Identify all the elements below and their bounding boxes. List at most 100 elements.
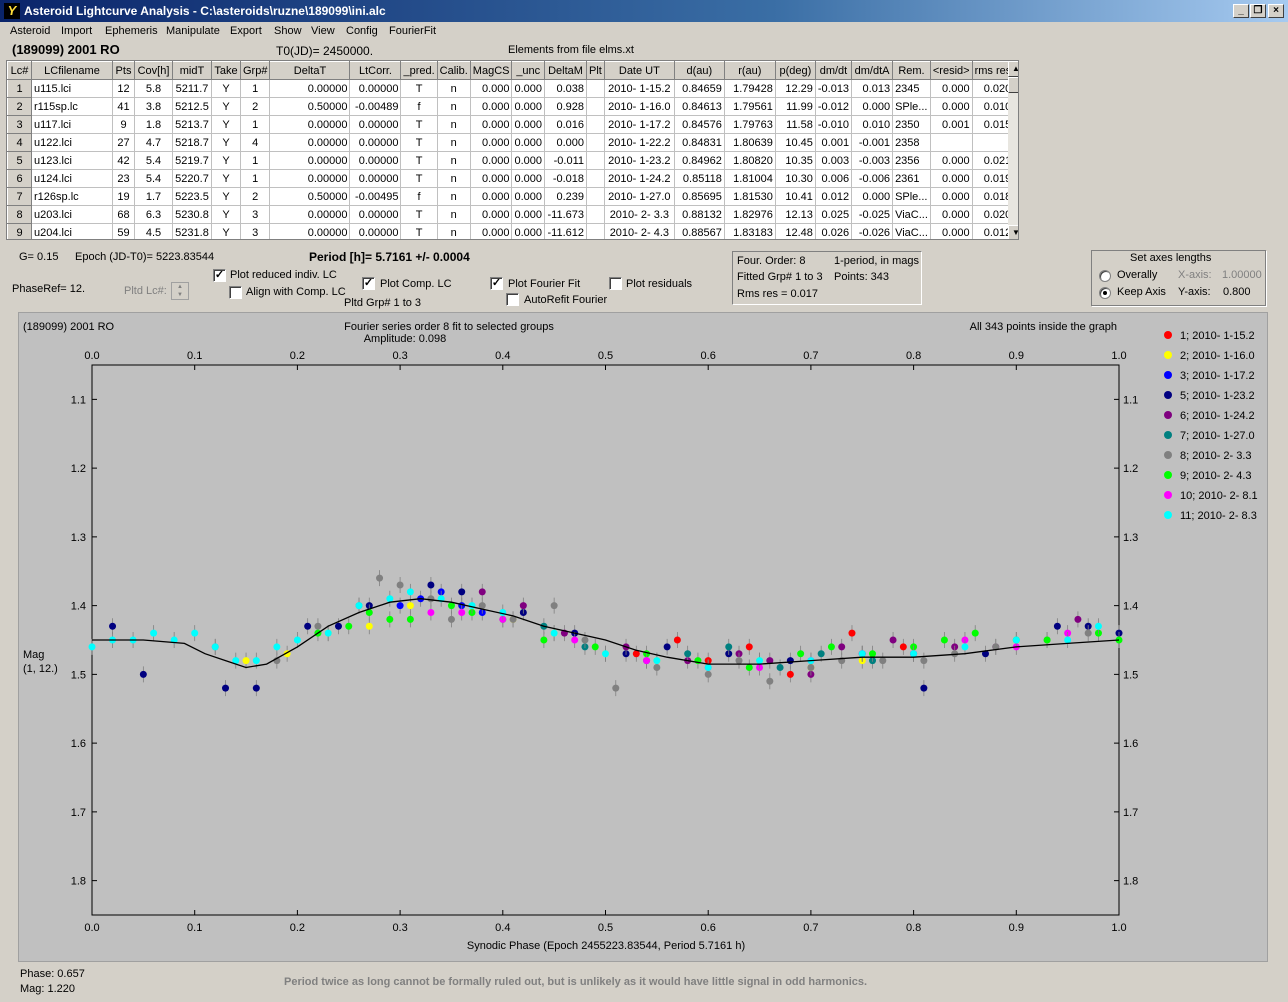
column-header[interactable]: Grp# xyxy=(239,61,271,80)
table-cell[interactable]: 2010- 1-27.0 xyxy=(604,187,675,206)
column-header[interactable]: dm/dt xyxy=(814,61,853,80)
table-cell[interactable]: r126sp.lc xyxy=(31,187,113,206)
table-cell[interactable]: 1.83183 xyxy=(724,223,776,239)
table-cell[interactable]: -0.003 xyxy=(851,151,894,170)
table-cell[interactable]: 1.79428 xyxy=(724,79,776,98)
table-cell[interactable]: 2010- 1-24.2 xyxy=(604,169,675,188)
scroll-up-icon[interactable]: ▲ xyxy=(1008,61,1018,77)
table-cell[interactable]: Y xyxy=(211,205,241,224)
table-cell[interactable]: Y xyxy=(211,151,241,170)
table-cell[interactable]: 1 xyxy=(240,169,271,188)
table-cell[interactable]: n xyxy=(437,115,471,134)
table-cell[interactable]: 9 xyxy=(112,115,135,134)
table-cell[interactable]: 0.025 xyxy=(815,205,853,224)
plot-residuals-checkbox[interactable] xyxy=(609,277,622,290)
table-cell[interactable]: 0.012 xyxy=(815,187,853,206)
table-cell[interactable]: 0.00000 xyxy=(269,151,351,170)
column-header[interactable]: _pred. xyxy=(400,61,438,80)
table-cell[interactable]: 5.4 xyxy=(134,151,173,170)
table-cell[interactable]: 1.79561 xyxy=(724,97,776,116)
table-cell[interactable]: 0.00000 xyxy=(349,205,402,224)
table-cell[interactable]: 23 xyxy=(112,169,135,188)
column-header[interactable]: DeltaT xyxy=(269,61,351,80)
table-cell[interactable]: 0.00000 xyxy=(349,79,402,98)
table-cell[interactable]: 0.50000 xyxy=(269,187,351,206)
table-cell[interactable]: -0.013 xyxy=(815,79,853,98)
table-cell[interactable]: 2356 xyxy=(892,151,931,170)
table-cell[interactable]: 0.000 xyxy=(851,97,894,116)
table-cell[interactable]: 1.80639 xyxy=(724,133,776,152)
table-cell[interactable]: 4.7 xyxy=(134,133,173,152)
column-header[interactable]: DeltaM xyxy=(544,61,588,80)
table-cell[interactable]: Y xyxy=(211,133,241,152)
table-cell[interactable]: 0.000 xyxy=(511,151,546,170)
table-cell[interactable]: 0.016 xyxy=(544,115,588,134)
table-cell[interactable]: 0.239 xyxy=(544,187,588,206)
table-cell[interactable]: 0.50000 xyxy=(269,97,351,116)
table-scrollbar[interactable]: ▲ ▼ xyxy=(1008,61,1018,239)
table-cell[interactable] xyxy=(586,169,605,188)
table-cell[interactable]: -11.673 xyxy=(544,205,588,224)
table-cell[interactable]: 1 xyxy=(240,151,271,170)
table-cell[interactable]: 2010- 1-16.0 xyxy=(604,97,675,116)
table-cell[interactable] xyxy=(586,205,605,224)
table-cell[interactable]: 12 xyxy=(112,79,135,98)
table-cell[interactable]: 12.48 xyxy=(775,223,816,239)
menu-fourierfit[interactable]: FourierFit xyxy=(389,25,436,37)
table-cell[interactable]: 0.013 xyxy=(851,79,894,98)
yaxis-value[interactable]: 0.800 xyxy=(1223,286,1251,298)
table-cell[interactable]: 0.000 xyxy=(930,205,973,224)
spin-down-icon[interactable]: ▼ xyxy=(172,291,188,299)
table-cell[interactable]: 3 xyxy=(240,205,271,224)
spin-up-icon[interactable]: ▲ xyxy=(172,283,188,291)
table-cell[interactable]: 0.84831 xyxy=(674,133,725,152)
menu-show[interactable]: Show xyxy=(274,25,302,37)
table-cell[interactable]: 0.00000 xyxy=(269,169,351,188)
table-cell[interactable]: Y xyxy=(211,79,241,98)
table-cell[interactable]: u122.lci xyxy=(31,133,113,152)
table-cell[interactable]: -0.010 xyxy=(815,115,853,134)
scroll-down-icon[interactable]: ▼ xyxy=(1008,225,1018,239)
table-cell[interactable]: n xyxy=(437,187,471,206)
lightcurve-plot[interactable]: 0.0 0.0 0.1 0.1 0.2 0.2 0.3 0.3 0.4 0.4 0.5 0.5 0.6 0… xyxy=(19,313,1269,963)
table-row[interactable]: 1 u115.lci 12 5.8 5211.7 Y 1 0.00000 0.00000 Tn 0.… xyxy=(7,79,1015,98)
table-cell[interactable]: 0.000 xyxy=(470,97,513,116)
pltd-lc-spinner[interactable]: ▲ ▼ xyxy=(171,282,189,300)
column-header[interactable]: LtCorr. xyxy=(349,61,402,80)
table-cell[interactable]: Y xyxy=(211,223,241,239)
column-header[interactable]: d(au) xyxy=(673,61,725,80)
table-cell[interactable]: 0.000 xyxy=(511,79,546,98)
table-cell[interactable]: 12.13 xyxy=(775,205,816,224)
table-cell[interactable]: n xyxy=(437,151,471,170)
table-cell[interactable]: 0.00000 xyxy=(269,115,351,134)
minimize-button[interactable]: _ xyxy=(1233,4,1249,18)
table-cell[interactable] xyxy=(586,133,605,152)
table-cell[interactable]: 0.000 xyxy=(851,187,894,206)
table-cell[interactable]: 0.000 xyxy=(930,151,973,170)
table-cell[interactable]: 0.001 xyxy=(930,115,973,134)
table-row[interactable]: 5 u123.lci 42 5.4 5219.7 Y 1 0.00000 0.00000 Tn 0.… xyxy=(7,151,1015,170)
table-cell[interactable]: 0.000 xyxy=(930,79,973,98)
table-cell[interactable]: -0.001 xyxy=(851,133,894,152)
column-header[interactable]: Lc# xyxy=(7,61,32,80)
table-cell[interactable]: T xyxy=(400,223,438,239)
table-cell[interactable]: T xyxy=(400,79,438,98)
plot-fourier-checkbox[interactable]: ✓ xyxy=(490,277,503,290)
table-cell[interactable]: f xyxy=(400,97,438,116)
table-cell[interactable]: 0.000 xyxy=(470,223,513,239)
table-cell[interactable]: 0.000 xyxy=(930,187,973,206)
table-cell[interactable]: 5218.7 xyxy=(172,133,212,152)
table-cell[interactable]: 0.84962 xyxy=(674,151,725,170)
restore-button[interactable]: ❐ xyxy=(1250,4,1266,18)
plot-panel[interactable]: 0.0 0.0 0.1 0.1 0.2 0.2 0.3 0.3 0.4 0.4 0.5 0.5 0.6 0… xyxy=(18,312,1268,962)
table-cell[interactable]: 0.010 xyxy=(851,115,894,134)
table-cell[interactable]: 2010- 1-22.2 xyxy=(604,133,675,152)
table-cell[interactable]: 0.000 xyxy=(930,223,973,239)
table-cell[interactable]: u123.lci xyxy=(31,151,113,170)
table-cell[interactable]: 42 xyxy=(112,151,135,170)
table-cell[interactable]: 5213.7 xyxy=(172,115,212,134)
table-cell[interactable]: 11.58 xyxy=(775,115,816,134)
table-cell[interactable]: 0.000 xyxy=(511,97,546,116)
table-cell[interactable]: 0.000 xyxy=(511,169,546,188)
table-cell[interactable]: 6.3 xyxy=(134,205,173,224)
